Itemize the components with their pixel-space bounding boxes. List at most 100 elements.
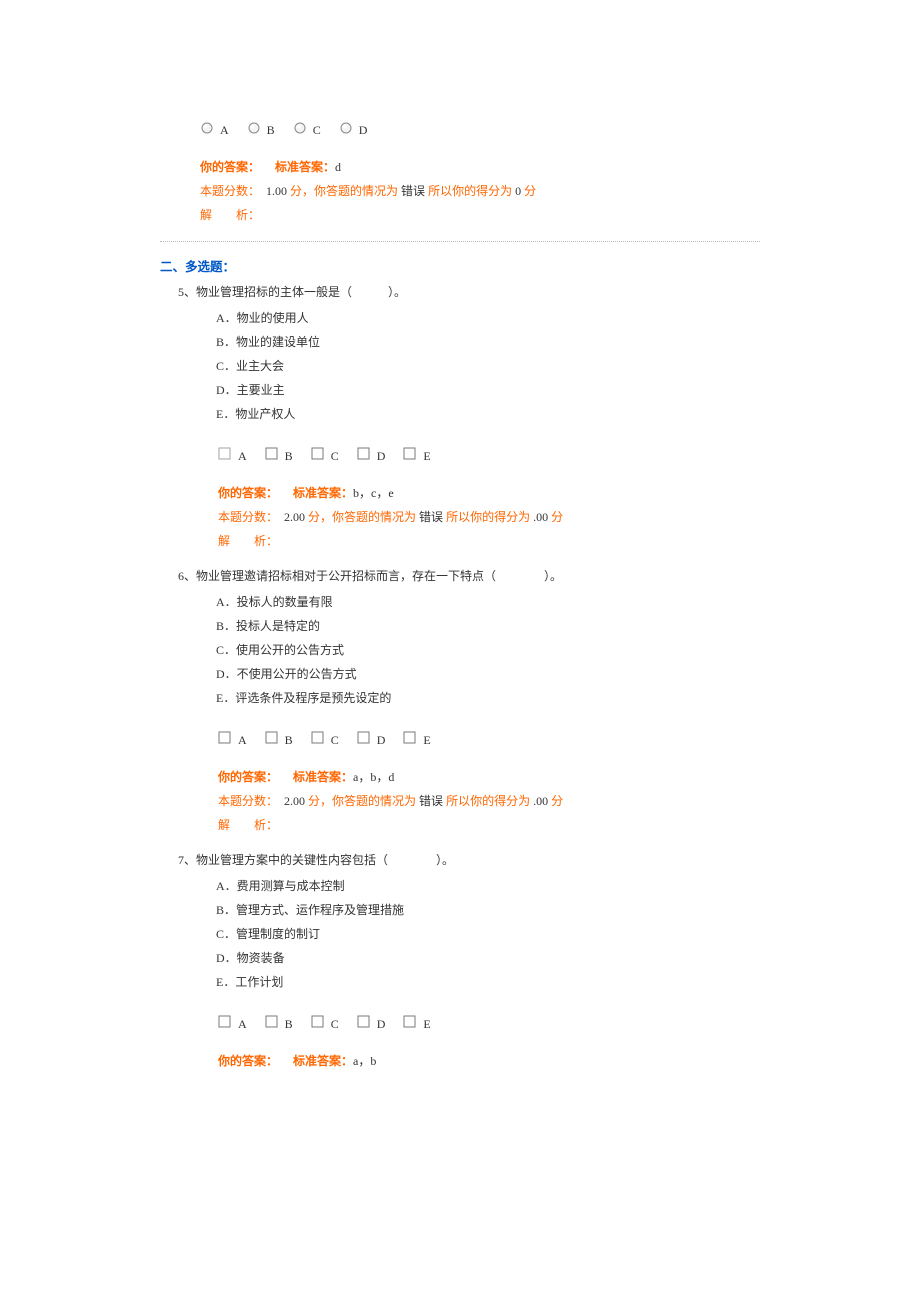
q5-got: .00	[530, 510, 548, 524]
checkbox-icon[interactable]	[218, 447, 232, 461]
q7-choice-c: C．管理制度的制订	[216, 922, 760, 946]
q4-std-answer: d	[335, 160, 341, 174]
opt-a-label: A	[238, 1017, 247, 1032]
fen-label: 分，	[305, 510, 332, 524]
q6-choice-e: E．评选条件及程序是预先设定的	[216, 686, 760, 710]
q4-options: A B C D	[200, 120, 760, 135]
radio-icon[interactable]	[339, 121, 353, 135]
opt-d-label: D	[377, 733, 386, 748]
opt-b-label: B	[267, 123, 275, 138]
q6-stem: 6、物业管理邀请招标相对于公开招标而言，存在一下特点（ ）。	[178, 567, 760, 584]
fen-label: 分，	[305, 794, 332, 808]
opt-a-label: A	[238, 449, 247, 464]
opt-b-label: B	[285, 1017, 293, 1032]
divider	[160, 241, 760, 242]
score-prefix: 本题分数：	[218, 794, 278, 808]
your-answer-label: 你的答案：	[218, 1054, 278, 1068]
checkbox-icon[interactable]	[403, 731, 417, 745]
q7-choice-d: D．物资装备	[216, 946, 760, 970]
opt-e-label: E	[423, 449, 430, 464]
checkbox-icon[interactable]	[403, 1015, 417, 1029]
section-multi-title: 二、多选题：	[160, 256, 760, 275]
q4-score: 1.00	[266, 184, 287, 198]
checkbox-icon[interactable]	[218, 1015, 232, 1029]
wrong-text: 错误	[416, 510, 446, 524]
checkbox-icon[interactable]	[357, 447, 371, 461]
q7-std-answer: a，b	[353, 1054, 376, 1068]
wrong-text: 错误	[416, 794, 446, 808]
radio-icon[interactable]	[200, 121, 214, 135]
so-label: 所以你的得分为	[428, 184, 512, 198]
q5-choice-c: C．业主大会	[216, 354, 760, 378]
checkbox-icon[interactable]	[403, 447, 417, 461]
tail-fen: 分	[521, 184, 536, 198]
wrong-text: 错误	[398, 184, 428, 198]
opt-a-label: A	[238, 733, 247, 748]
tail-fen: 分	[548, 510, 563, 524]
q6-choice-b: B．投标人是特定的	[216, 614, 760, 638]
tail-fen: 分	[548, 794, 563, 808]
std-answer-label: 标准答案：	[293, 1054, 353, 1068]
q7-stem: 7、物业管理方案中的关键性内容包括（ ）。	[178, 851, 760, 868]
question-5: 5、物业管理招标的主体一般是（ ）。 A．物业的使用人 B．物业的建设单位 C．…	[178, 283, 760, 553]
q6-got: .00	[530, 794, 548, 808]
checkbox-icon[interactable]	[357, 1015, 371, 1029]
q6-choice-a: A．投标人的数量有限	[216, 590, 760, 614]
question-7: 7、物业管理方案中的关键性内容包括（ ）。 A．费用测算与成本控制 B．管理方式…	[178, 851, 760, 1073]
so-label: 所以你的得分为	[446, 794, 530, 808]
q5-stem: 5、物业管理招标的主体一般是（ ）。	[178, 283, 760, 300]
your-answer-label: 你的答案：	[218, 486, 278, 500]
analysis-label: 解 析：	[218, 529, 760, 553]
q4-feedback: 你的答案： 标准答案：d 本题分数： 1.00 分，你答题的情况为 错误 所以你…	[200, 155, 760, 227]
q6-choice-d: D．不使用公开的公告方式	[216, 662, 760, 686]
q5-feedback: 你的答案： 标准答案：b，c，e 本题分数： 2.00 分，你答题的情况为 错误…	[218, 481, 760, 553]
your-answer-label: 你的答案：	[218, 770, 278, 784]
q6-std-answer: a，b，d	[353, 770, 394, 784]
so-label: 所以你的得分为	[446, 510, 530, 524]
opt-c-label: C	[331, 449, 339, 464]
opt-d-label: D	[377, 449, 386, 464]
q7-choice-b: B．管理方式、运作程序及管理措施	[216, 898, 760, 922]
status-prefix: 你答题的情况为	[332, 510, 416, 524]
q5-choice-e: E．物业产权人	[216, 402, 760, 426]
q6-feedback: 你的答案： 标准答案：a，b，d 本题分数： 2.00 分，你答题的情况为 错误…	[218, 765, 760, 837]
opt-d-label: D	[377, 1017, 386, 1032]
status-prefix: 你答题的情况为	[314, 184, 398, 198]
opt-b-label: B	[285, 733, 293, 748]
analysis-label: 解 析：	[200, 203, 760, 227]
radio-icon[interactable]	[293, 121, 307, 135]
question-6: 6、物业管理邀请招标相对于公开招标而言，存在一下特点（ ）。 A．投标人的数量有…	[178, 567, 760, 837]
your-answer-label: 你的答案：	[200, 160, 260, 174]
checkbox-icon[interactable]	[265, 447, 279, 461]
opt-c-label: C	[331, 1017, 339, 1032]
q6-score: 2.00	[284, 794, 305, 808]
q5-choice-d: D．主要业主	[216, 378, 760, 402]
opt-e-label: E	[423, 733, 430, 748]
score-prefix: 本题分数：	[200, 184, 260, 198]
q7-choice-a: A．费用测算与成本控制	[216, 874, 760, 898]
analysis-label: 解 析：	[218, 813, 760, 837]
radio-icon[interactable]	[247, 121, 261, 135]
q6-choice-c: C．使用公开的公告方式	[216, 638, 760, 662]
q5-options: A B C D E	[218, 446, 760, 461]
q5-std-answer: b，c，e	[353, 486, 394, 500]
std-answer-label: 标准答案：	[293, 486, 353, 500]
opt-c-label: C	[313, 123, 321, 138]
opt-d-label: D	[359, 123, 368, 138]
score-prefix: 本题分数：	[218, 510, 278, 524]
opt-e-label: E	[423, 1017, 430, 1032]
checkbox-icon[interactable]	[311, 731, 325, 745]
q6-options: A B C D E	[218, 730, 760, 745]
checkbox-icon[interactable]	[218, 731, 232, 745]
checkbox-icon[interactable]	[311, 1015, 325, 1029]
fen-label: 分，	[287, 184, 314, 198]
checkbox-icon[interactable]	[311, 447, 325, 461]
checkbox-icon[interactable]	[265, 731, 279, 745]
q5-choice-a: A．物业的使用人	[216, 306, 760, 330]
q5-choice-b: B．物业的建设单位	[216, 330, 760, 354]
checkbox-icon[interactable]	[357, 731, 371, 745]
opt-b-label: B	[285, 449, 293, 464]
checkbox-icon[interactable]	[265, 1015, 279, 1029]
q7-feedback: 你的答案： 标准答案：a，b	[218, 1049, 760, 1073]
opt-c-label: C	[331, 733, 339, 748]
